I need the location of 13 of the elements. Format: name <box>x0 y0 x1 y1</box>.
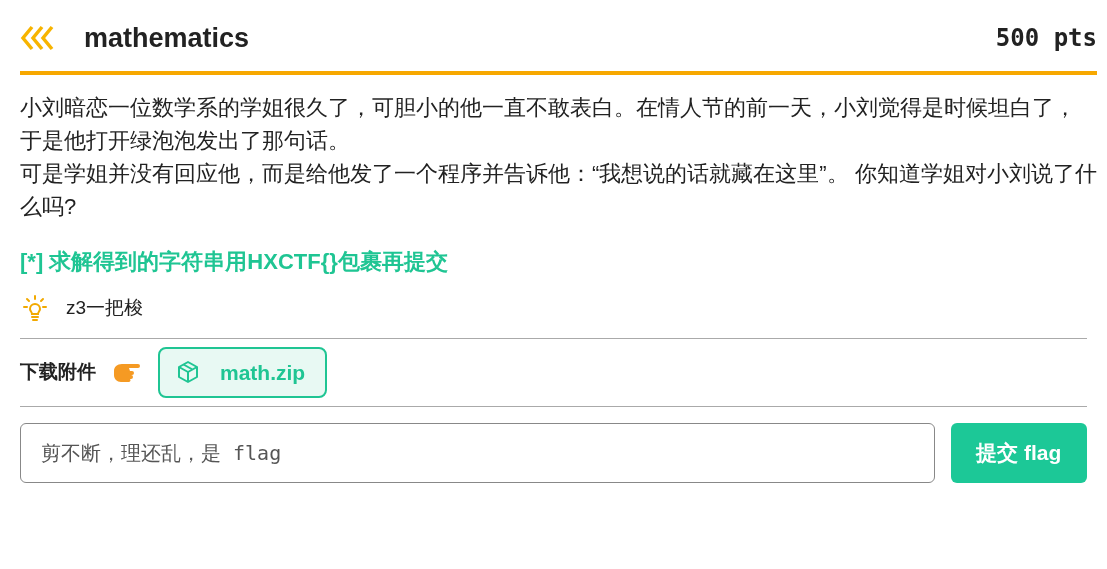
description-paragraph: 可是学姐并没有回应他，而是给他发了一个程序并告诉他：“我想说的话就藏在这里”。 你知道学姐对小刘说了什么吗? <box>20 159 1097 221</box>
submit-flag-button[interactable]: 提交 flag <box>950 423 1087 483</box>
attachment-link[interactable]: math.zip <box>158 346 328 398</box>
lightbulb-icon <box>20 293 50 324</box>
pointing-hand-icon <box>112 361 142 384</box>
challenge-title: mathematics <box>84 22 250 55</box>
package-icon <box>176 360 200 385</box>
hint-text: z3一把梭 <box>66 296 144 321</box>
note-text: [*] 求解得到的字符串用HXCTF{}包裹再提交 <box>20 247 449 276</box>
description-paragraph: 小刘暗恋一位数学系的学姐很久了，可胆小的他一直不敢表白。在情人节的前一天，小刘觉得是时候坦白了，于是他打开绿泡泡发出了那句话。 <box>20 93 1077 155</box>
points: 500 pts <box>995 23 1097 55</box>
attachments-label: 下载附件 <box>20 360 96 384</box>
flag-input-field[interactable]: 剪不断，理还乱，是 flag <box>20 423 935 483</box>
